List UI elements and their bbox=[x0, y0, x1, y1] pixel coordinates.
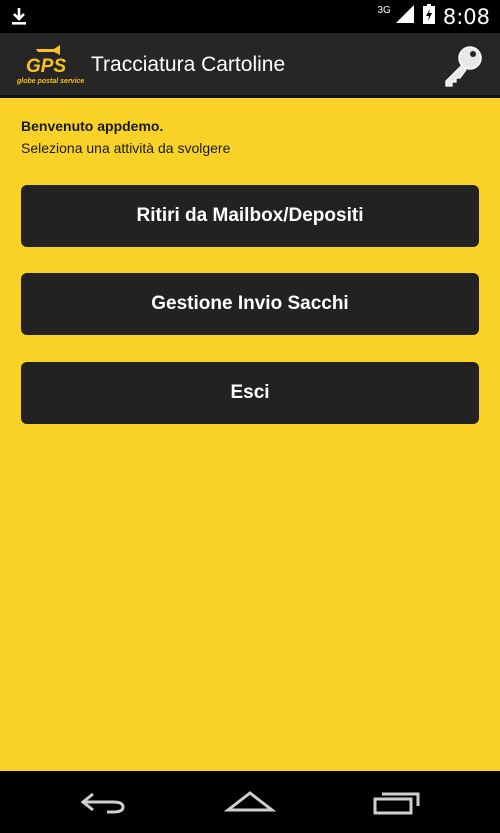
signal-icon bbox=[395, 4, 415, 29]
download-icon bbox=[10, 6, 28, 31]
back-button[interactable] bbox=[78, 785, 128, 819]
action-bar: GPS globe postal service Tracciatura Car… bbox=[0, 33, 500, 98]
home-button[interactable] bbox=[224, 785, 276, 819]
exit-button[interactable]: Esci bbox=[21, 362, 479, 424]
manage-bag-shipping-button[interactable]: Gestione Invio Sacchi bbox=[21, 273, 479, 335]
clock: 8:08 bbox=[442, 4, 490, 29]
network-type: 3G bbox=[377, 5, 391, 16]
home-icon bbox=[224, 791, 276, 812]
logo-text: GPS bbox=[26, 56, 66, 77]
recents-icon bbox=[373, 792, 420, 815]
recents-button[interactable] bbox=[372, 785, 422, 819]
status-bar: 3G 8:08 bbox=[0, 0, 500, 33]
back-icon bbox=[80, 792, 125, 814]
battery-icon bbox=[422, 4, 435, 29]
mailbox-pickups-button[interactable]: Ritiri da Mailbox/Depositi bbox=[21, 185, 479, 247]
welcome-text: Benvenuto appdemo. bbox=[21, 118, 164, 134]
app-logo[interactable]: GPS globe postal service bbox=[16, 41, 88, 87]
login-key-button[interactable] bbox=[440, 43, 486, 89]
page-title: Tracciatura Cartoline bbox=[91, 53, 286, 76]
instructions-text: Seleziona una attività da svolgere bbox=[21, 140, 231, 156]
navigation-bar bbox=[0, 771, 500, 833]
key-icon bbox=[445, 46, 482, 87]
logo-subtext: globe postal service bbox=[16, 78, 84, 85]
main-content: Benvenuto appdemo. Seleziona una attivit… bbox=[0, 98, 500, 771]
